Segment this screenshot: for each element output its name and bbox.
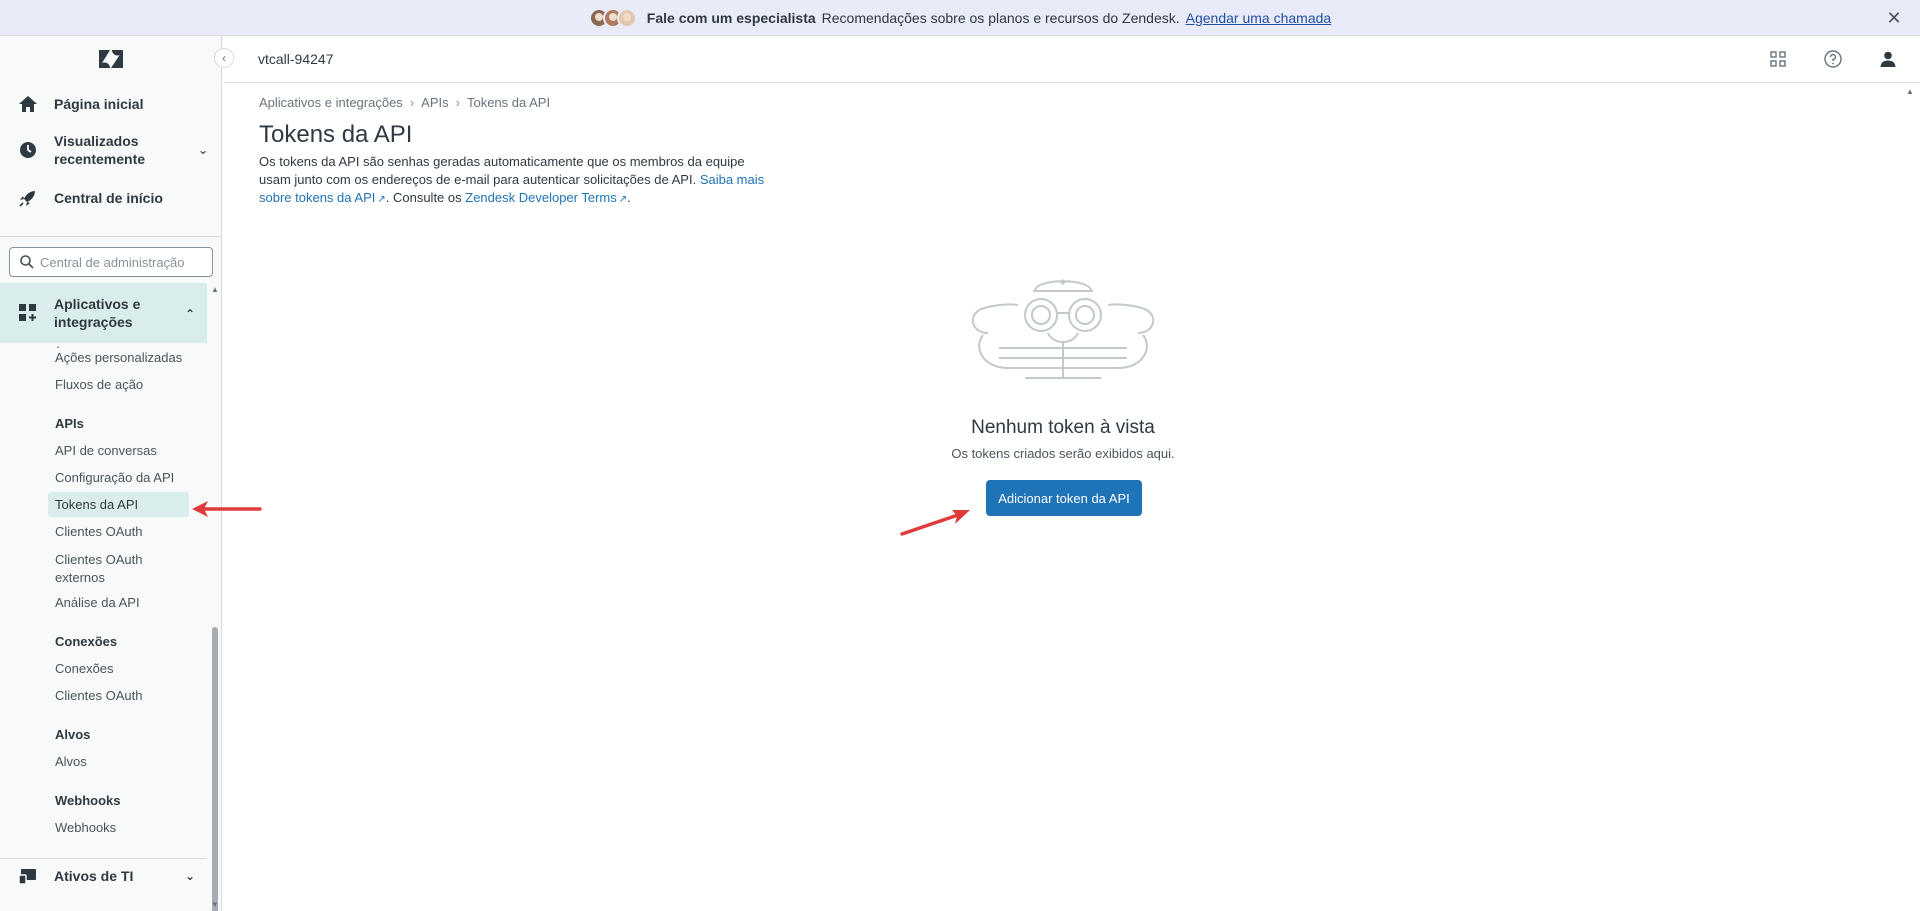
sidebar-item-recent[interactable]: Visualizados recentemente ⌄ — [0, 124, 222, 176]
description-text: . — [627, 190, 631, 205]
schedule-call-link[interactable]: Agendar uma chamada — [1186, 10, 1332, 26]
subnav-webhooks[interactable]: Webhooks — [55, 820, 116, 835]
breadcrumb-item[interactable]: Aplicativos e integrações — [259, 95, 403, 110]
breadcrumb-item-current: Tokens da API — [466, 95, 551, 110]
subnav-heading-webhooks: Webhooks — [55, 793, 121, 808]
subnav-oauth-clients[interactable]: Clientes OAuth — [55, 524, 142, 539]
breadcrumb-item[interactable]: APIs — [421, 95, 448, 110]
apps-subnav: · Ações personalizadas Fluxos de ação AP… — [0, 343, 207, 883]
subnav-heading-apis: APIs — [55, 416, 84, 431]
zendesk-logo[interactable] — [98, 49, 124, 69]
chevron-right-icon: › — [409, 95, 415, 110]
subnav-custom-actions[interactable]: Ações personalizadas — [55, 350, 182, 365]
account-name: vtcall-94247 — [258, 51, 334, 67]
user-profile-icon[interactable] — [1878, 49, 1898, 69]
page-description: Os tokens da API são senhas geradas auto… — [259, 153, 769, 209]
sidebar-item-getting-started[interactable]: Central de início — [0, 176, 222, 220]
avatar — [616, 7, 637, 28]
sidebar-item-it-assets[interactable]: Ativos de TI ⌄ — [0, 859, 207, 893]
description-text: Os tokens da API são senhas geradas auto… — [259, 154, 745, 187]
product-tray-icon[interactable] — [1768, 49, 1788, 69]
topbar: vtcall-94247 — [223, 36, 1920, 83]
sidebar-nav: Página inicial Visualizados recentemente… — [0, 84, 222, 220]
subnav-external-oauth-clients[interactable]: Clientes OAuth externos — [55, 551, 165, 587]
collapse-sidebar-button[interactable]: ‹ — [214, 48, 234, 68]
developer-terms-link-text: Zendesk Developer Terms — [465, 190, 617, 205]
sidebar-item-apps-integrations[interactable]: Aplicativos e integrações ⌃ — [0, 283, 207, 343]
it-assets-icon — [18, 866, 38, 886]
sidebar-item-label: Visualizados recentemente — [54, 133, 146, 167]
chevron-up-icon[interactable]: ⌃ — [185, 305, 195, 323]
empty-state-illustration — [971, 279, 1155, 379]
home-icon — [18, 94, 38, 114]
scroll-thumb[interactable] — [212, 627, 218, 911]
scroll-up-icon[interactable]: ▲ — [1906, 87, 1914, 96]
sidebar-item-home[interactable]: Página inicial — [0, 84, 222, 124]
clock-icon — [18, 140, 38, 160]
subnav-api-analysis[interactable]: Análise da API — [55, 595, 140, 610]
specialist-avatars — [588, 7, 637, 28]
sidebar-item-label: Página inicial — [54, 96, 144, 112]
subnav-api-tokens[interactable]: Tokens da API — [55, 497, 138, 512]
chevron-down-icon[interactable]: ⌄ — [185, 869, 195, 883]
subnav-action-flows[interactable]: Fluxos de ação — [55, 377, 143, 392]
subnav-targets[interactable]: Alvos — [55, 754, 87, 769]
search-input[interactable] — [40, 254, 200, 270]
banner-text: Recomendações sobre os planos e recursos… — [821, 9, 1180, 26]
subnav-heading-connections: Conexões — [55, 634, 118, 649]
external-link-icon: ↗ — [618, 194, 628, 205]
page-title: Tokens da API — [259, 121, 413, 148]
rocket-icon — [18, 188, 38, 208]
scroll-up-icon[interactable]: ▲ — [211, 285, 219, 294]
banner-strong-text: Fale com um especialista — [646, 9, 816, 26]
subnav-heading-targets: Alvos — [55, 727, 91, 742]
subnav-conversations-api[interactable]: API de conversas — [55, 443, 157, 458]
sidebar: ‹ Página inicial Visualizados recentemen… — [0, 36, 234, 911]
add-api-token-button[interactable]: Adicionar token da API — [986, 480, 1142, 516]
breadcrumb: Aplicativos e integrações › APIs › Token… — [259, 95, 550, 110]
subnav-connections[interactable]: Conexões — [55, 661, 114, 676]
close-icon[interactable]: ✕ — [1884, 8, 1904, 28]
subnav-api-config[interactable]: Configuração da API — [55, 470, 174, 485]
divider — [0, 236, 222, 237]
external-link-icon: ↗ — [377, 194, 386, 205]
help-icon[interactable] — [1823, 49, 1843, 69]
main-content: Aplicativos e integrações › APIs › Token… — [223, 83, 1920, 911]
chevron-right-icon: › — [455, 95, 460, 110]
promo-banner: Fale com um especialista Recomendações s… — [0, 0, 1920, 36]
sidebar-item-label: Aplicativos e integrações — [54, 296, 141, 330]
scroll-down-icon[interactable]: ▼ — [211, 900, 219, 909]
subnav-oauth-clients-2[interactable]: Clientes OAuth — [55, 688, 142, 703]
empty-state-title: Nenhum token à vista — [971, 417, 1155, 438]
chevron-down-icon[interactable]: ⌄ — [198, 141, 208, 159]
sidebar-scrollbar[interactable]: ▲ ▼ — [210, 285, 220, 911]
apps-icon — [18, 303, 38, 323]
sidebar-item-label: Central de início — [54, 190, 163, 206]
sidebar-item-label: Ativos de TI — [54, 868, 134, 884]
developer-terms-link[interactable]: Zendesk Developer Terms ↗ — [465, 190, 627, 205]
description-text: . Consulte os — [385, 190, 462, 205]
admin-search[interactable] — [9, 247, 213, 277]
search-icon — [20, 255, 34, 269]
empty-state-subtitle: Os tokens criados serão exibidos aqui. — [951, 446, 1175, 461]
